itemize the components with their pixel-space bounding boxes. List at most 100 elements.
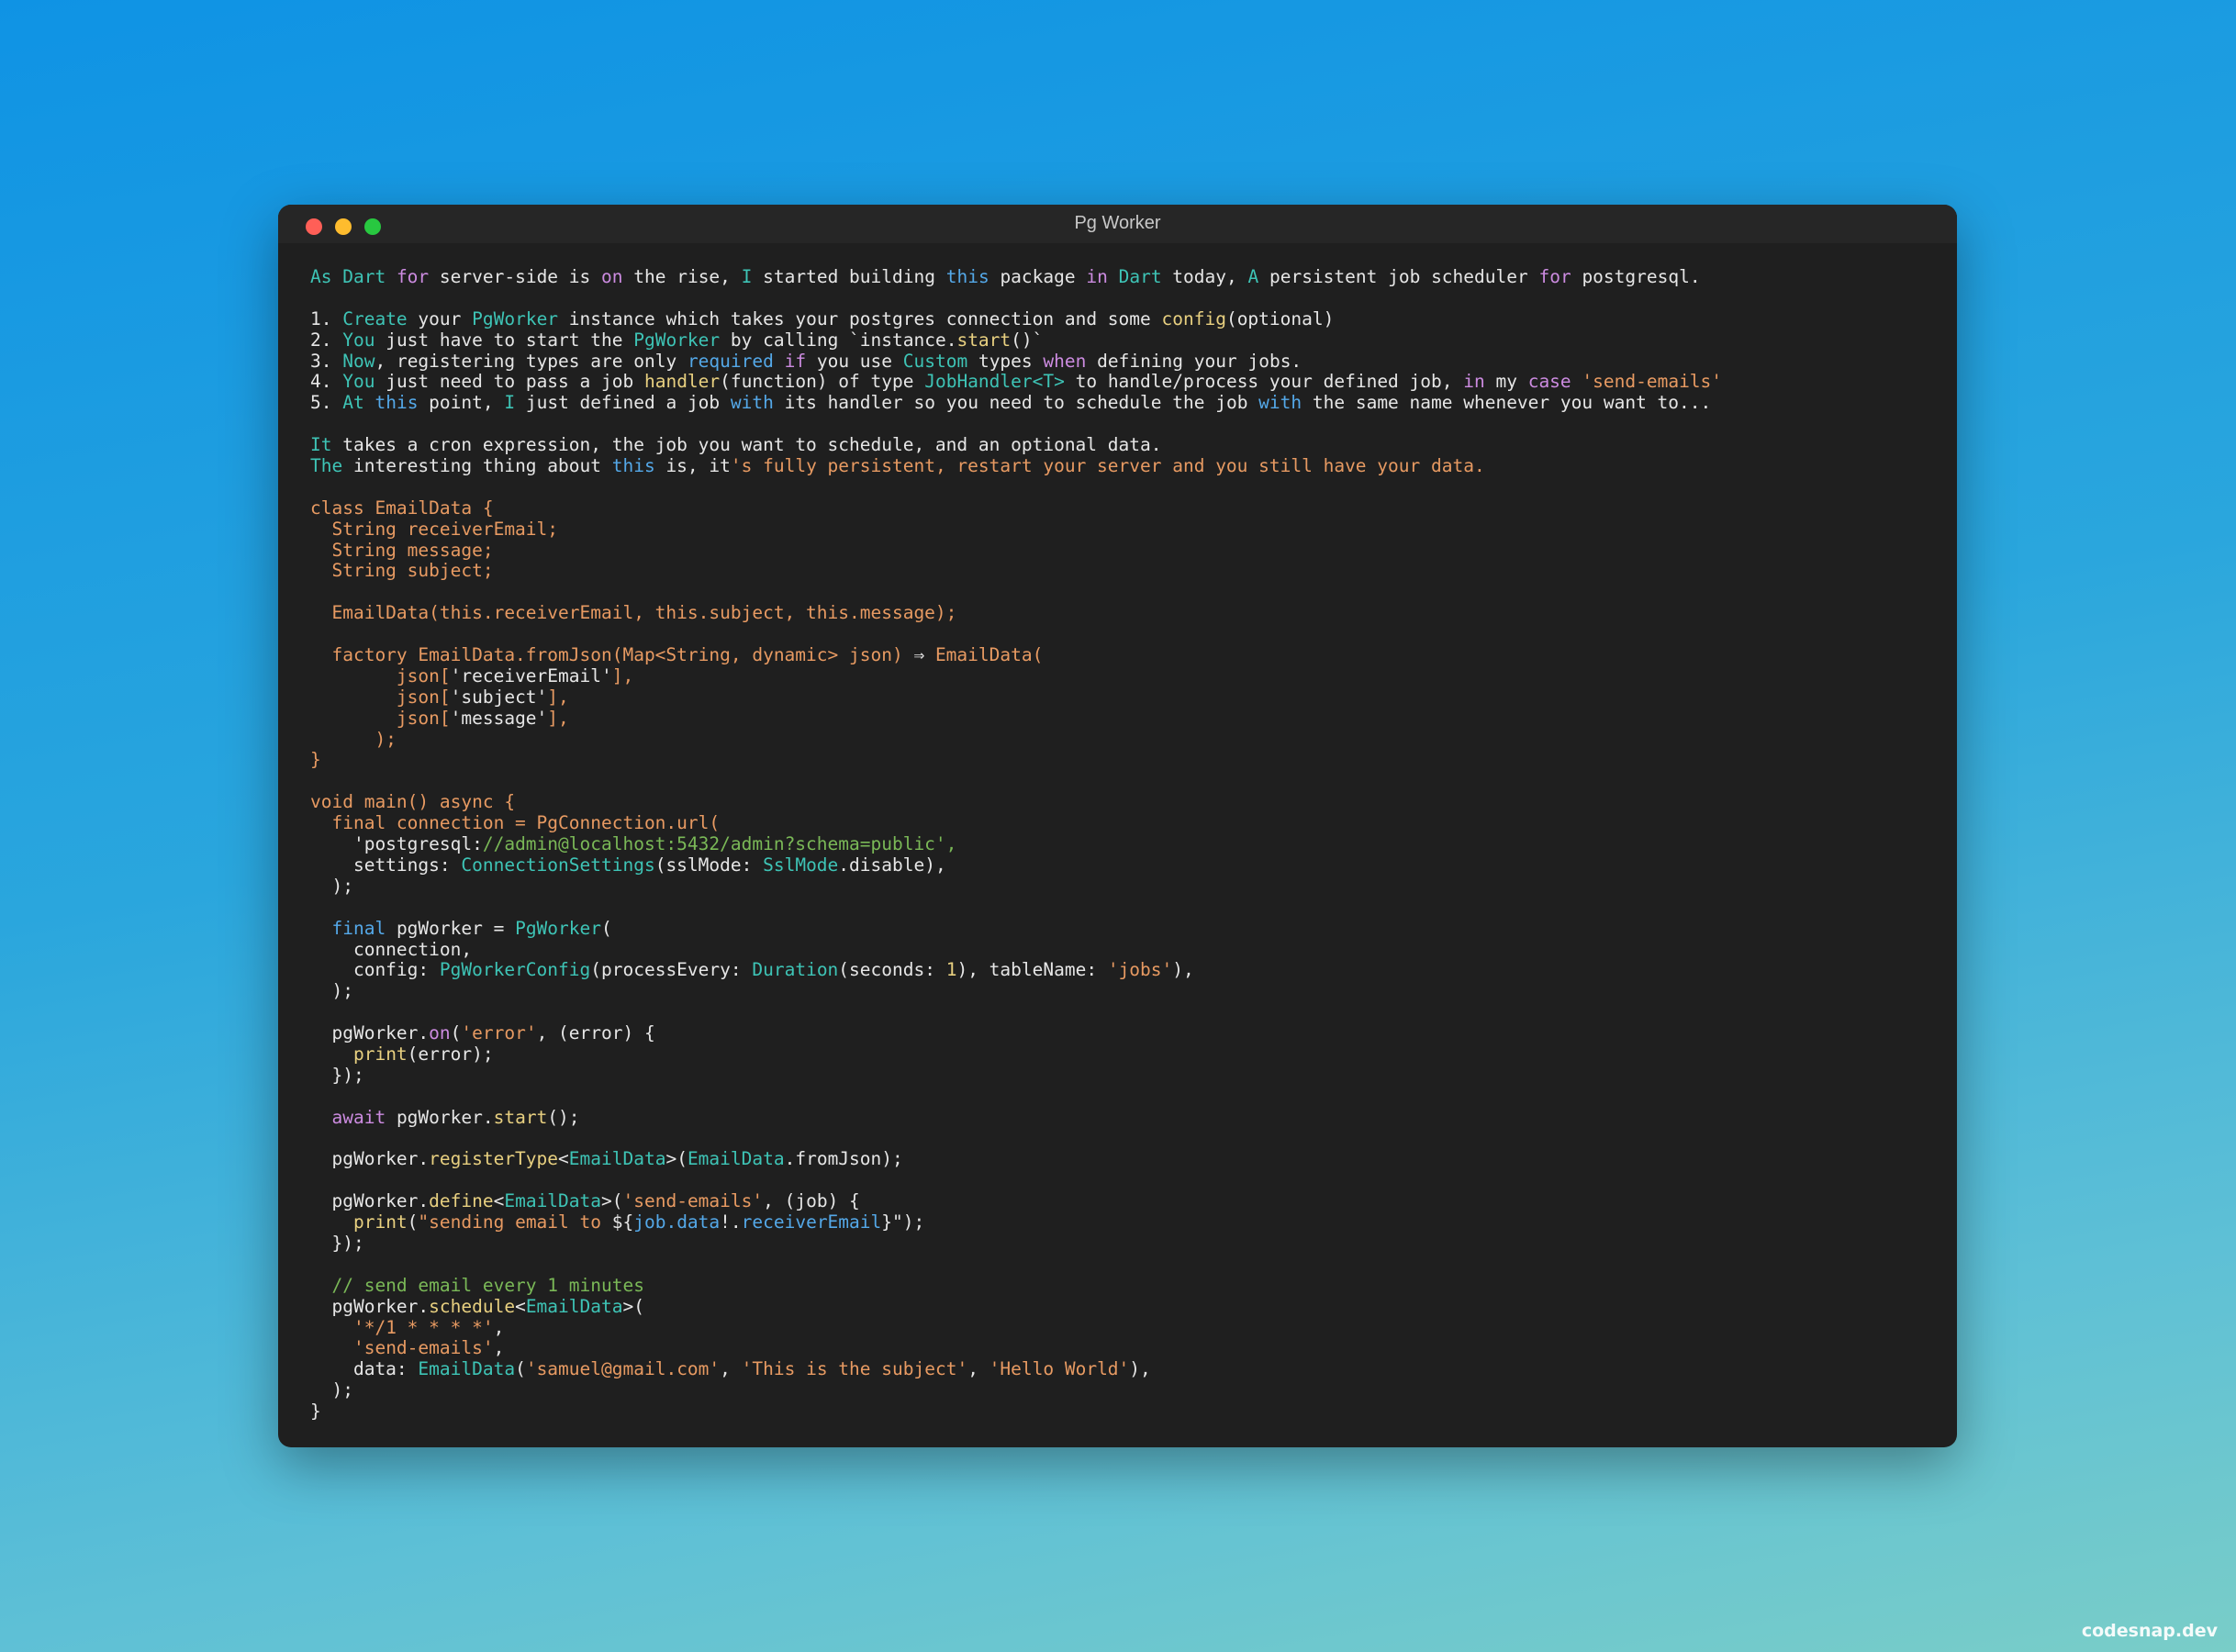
code-token: with xyxy=(1258,392,1313,414)
code-token: config xyxy=(1161,307,1226,329)
code-token: when xyxy=(1043,350,1098,372)
code-token: A xyxy=(1247,266,1269,287)
code-line: json['subject'], xyxy=(310,686,1948,709)
code-line: 1. Create your PgWorker instance which t… xyxy=(310,307,1948,330)
code-token: I xyxy=(504,392,526,414)
code-token: this xyxy=(611,455,666,477)
code-token: } xyxy=(310,1401,321,1423)
code-token: ); xyxy=(310,875,353,897)
code-token: json[ xyxy=(310,707,451,729)
code-token: pgWorker. xyxy=(310,1295,430,1317)
code-line: final connection = PgConnection.url( xyxy=(310,812,1948,834)
code-token: < xyxy=(515,1295,526,1317)
code-line: final pgWorker = PgWorker( xyxy=(310,917,1948,940)
code-token: , xyxy=(493,1316,505,1338)
code-token: !. xyxy=(720,1211,742,1233)
code-token: to handle/process your defined job, xyxy=(1075,371,1464,393)
code-token: for xyxy=(396,266,440,287)
code-line: }); xyxy=(310,1233,1948,1255)
code-line: EmailData(this.receiverEmail, this.subje… xyxy=(310,602,1948,624)
code-token: data: xyxy=(310,1358,419,1380)
code-token: .disable), xyxy=(838,854,946,876)
code-token: your xyxy=(418,307,473,329)
code-token: I xyxy=(741,266,764,287)
code-line: '*/1 * * * *', xyxy=(310,1316,1948,1339)
code-token: registerType xyxy=(429,1148,559,1170)
code-token: is, it xyxy=(665,455,731,477)
code-line: 2. You just have to start the PgWorker b… xyxy=(310,329,1948,352)
code-token: start xyxy=(493,1106,548,1128)
code-token: ( xyxy=(601,917,612,939)
code-line: class EmailData { xyxy=(310,497,1948,519)
code-token: 's fully persistent, restart your server… xyxy=(730,455,1485,477)
code-token: 'send-emails' xyxy=(352,1337,494,1359)
code-line: } xyxy=(310,750,1948,771)
code-token: 'This is the subject' xyxy=(741,1358,968,1380)
code-line: factory EmailData.fromJson(Map<String, d… xyxy=(310,644,1948,666)
code-token: my xyxy=(1495,371,1528,393)
code-token: , (job) { xyxy=(763,1190,860,1212)
code-token: EmailData xyxy=(687,1148,785,1170)
code-token: ); xyxy=(310,1379,353,1401)
code-token: 'subject' xyxy=(450,686,548,708)
window-titlebar: Pg Worker xyxy=(278,205,1957,243)
code-token: 'jobs' xyxy=(1107,959,1173,981)
code-line: It takes a cron expression, the job you … xyxy=(310,434,1948,456)
code-token: (function) of type xyxy=(720,371,925,393)
code-token: Now xyxy=(342,350,375,372)
code-token: json[ xyxy=(310,686,451,708)
code-token: 'samuel@gmail.com' xyxy=(525,1358,721,1380)
code-token: SslMode xyxy=(763,854,839,876)
code-token: (optional) xyxy=(1225,307,1335,329)
code-token: EmailData xyxy=(568,1148,666,1170)
code-token: As xyxy=(310,266,343,287)
code-token: required xyxy=(687,350,785,372)
code-token: its handler so you need to schedule the … xyxy=(784,392,1259,414)
code-token: today, xyxy=(1172,266,1248,287)
code-token: < xyxy=(558,1148,569,1170)
code-token: handler xyxy=(643,371,721,393)
code-token: ), xyxy=(1172,959,1194,981)
code-token: ${ xyxy=(611,1211,634,1233)
code-token: ( xyxy=(450,1022,462,1044)
code-token: PgWorker xyxy=(472,307,569,329)
code-token: if xyxy=(784,350,817,372)
code-line: ); xyxy=(310,876,1948,898)
code-token: pgWorker. xyxy=(310,1190,430,1212)
code-token: postgresql. xyxy=(1582,266,1701,287)
code-token: PgWorkerConfig xyxy=(439,959,591,981)
window-title: Pg Worker xyxy=(1074,213,1161,233)
code-token: (processEvery: xyxy=(590,959,753,981)
code-token: the rise, xyxy=(633,266,742,287)
code-token: '*/1 * * * *' xyxy=(352,1316,494,1338)
code-line: settings: ConnectionSettings(sslMode: Ss… xyxy=(310,854,1948,876)
code-token: }); xyxy=(310,1232,364,1254)
code-token: , registering types are only xyxy=(375,350,688,372)
code-token: start xyxy=(956,329,1012,351)
code-token: .fromJson); xyxy=(784,1148,903,1170)
code-token: 3. xyxy=(310,350,343,372)
code-line: pgWorker.registerType<EmailData>(EmailDa… xyxy=(310,1148,1948,1170)
code-token: receiverEmail xyxy=(741,1211,882,1233)
code-line: 'postgresql://admin@localhost:5432/admin… xyxy=(310,833,1948,855)
code-token: package xyxy=(1000,266,1087,287)
code-line: }); xyxy=(310,1065,1948,1087)
code-line: 4. You just need to pass a job handler(f… xyxy=(310,372,1948,393)
code-token: ), tableName: xyxy=(956,959,1108,981)
code-token: factory EmailData.fromJson(Map<String, d… xyxy=(310,644,914,666)
code-line: 3. Now, registering types are only requi… xyxy=(310,350,1948,373)
code-token: the same name whenever you want to... xyxy=(1312,392,1712,414)
code-token: 'receiverEmail' xyxy=(450,664,612,686)
code-token: 4. xyxy=(310,371,343,393)
code-token: in xyxy=(1463,371,1496,393)
